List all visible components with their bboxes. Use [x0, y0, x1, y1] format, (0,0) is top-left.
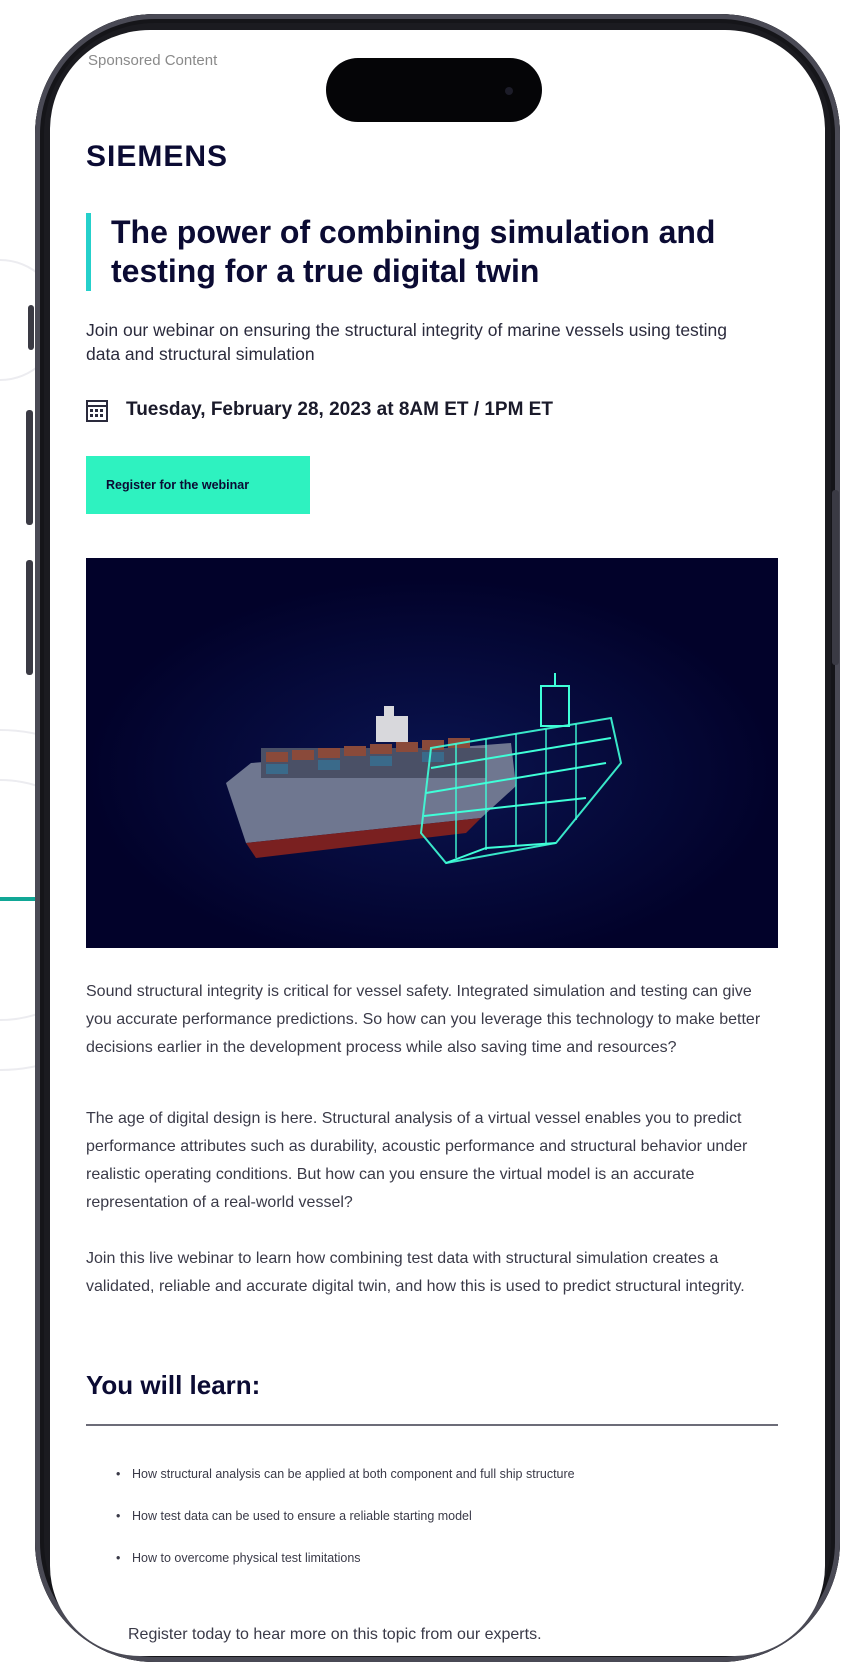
brand-logo[interactable]: SIEMENS [86, 140, 228, 174]
title-block: The power of combining simulation and te… [86, 213, 771, 291]
divider [86, 1424, 778, 1426]
page-title: The power of combining simulation and te… [111, 214, 716, 289]
volume-down-button [26, 560, 33, 675]
body-paragraph-2: The age of digital design is here. Struc… [86, 1110, 748, 1211]
sponsored-label: Sponsored Content [88, 52, 218, 69]
list-item: How structural analysis can be applied a… [112, 1465, 575, 1507]
footer-text: Register today to hear more on this topi… [128, 1626, 542, 1643]
body-paragraph-1: Sound structural integrity is critical f… [86, 983, 761, 1056]
action-button [28, 305, 34, 350]
hero-image[interactable] [86, 558, 778, 948]
power-button [832, 490, 839, 665]
screen-content: Sponsored Content SIEMENS The power of c… [50, 30, 825, 1656]
subtitle: Join our webinar on ensuring the structu… [86, 320, 728, 364]
ships-illustration [86, 558, 778, 948]
list-item: How test data can be used to ensure a re… [112, 1507, 575, 1549]
learn-list: How structural analysis can be applied a… [112, 1465, 575, 1591]
learn-heading: You will learn: [86, 1370, 261, 1400]
camera-icon [505, 87, 513, 95]
volume-up-button [26, 410, 33, 525]
event-date-row: Tuesday, February 28, 2023 at 8AM ET / 1… [86, 398, 553, 422]
list-item: How to overcome physical test limitation… [112, 1549, 575, 1591]
body-paragraph-3: Join this live webinar to learn how comb… [86, 1250, 745, 1295]
event-date: Tuesday, February 28, 2023 at 8AM ET / 1… [126, 399, 553, 420]
calendar-icon [86, 400, 108, 422]
phone-screen: Sponsored Content SIEMENS The power of c… [50, 30, 825, 1656]
register-button[interactable]: Register for the webinar [86, 456, 310, 514]
